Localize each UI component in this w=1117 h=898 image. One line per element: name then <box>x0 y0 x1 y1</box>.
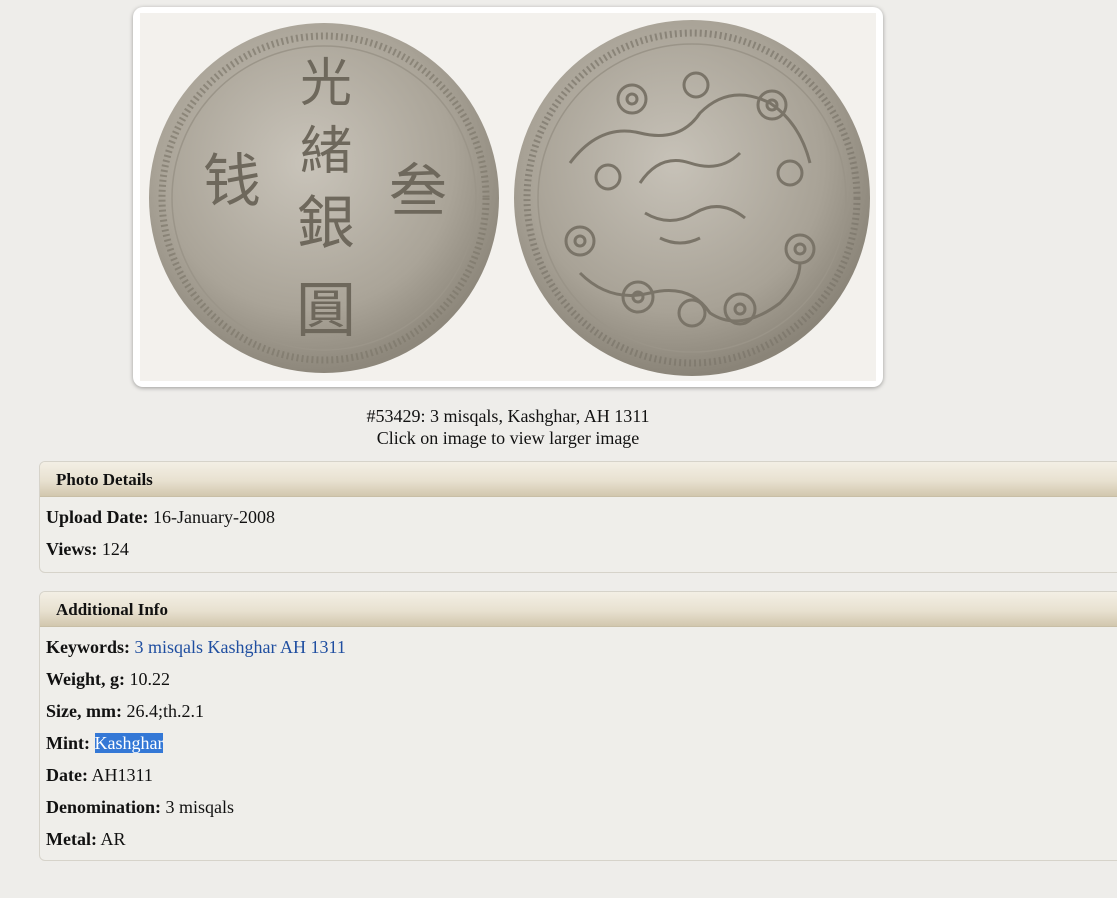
mint-value-selected[interactable]: Kashghar <box>94 733 164 753</box>
panel-title: Photo Details <box>40 462 1117 497</box>
obverse-glyph: 圓 <box>296 276 356 346</box>
field-label: Mint: <box>46 733 90 753</box>
size-row: Size, mm: 26.4;th.2.1 <box>46 695 1117 727</box>
keywords-row: Keywords: 3 misqals Kashghar AH 1311 <box>46 631 1117 663</box>
caption-title: #53429: 3 misqals, Kashghar, AH 1311 <box>366 406 650 426</box>
obverse-glyph: 緒 <box>300 122 352 182</box>
obverse-glyph: 光 <box>300 54 352 114</box>
caption-hint: Click on image to view larger image <box>376 428 640 448</box>
panel-title: Additional Info <box>40 592 1117 627</box>
field-label: Views: <box>46 539 98 559</box>
coin-reverse <box>514 20 870 376</box>
metal-row: Metal: AR <box>46 823 1117 855</box>
field-label: Metal: <box>46 829 97 849</box>
coin-obverse: 光 緒 銀 圓 钱 叁 <box>149 23 499 373</box>
obverse-glyph: 銀 <box>297 189 355 257</box>
upload-date-row: Upload Date: 16-January-2008 <box>46 501 1117 533</box>
upload-date-value: 16-January-2008 <box>153 507 275 527</box>
views-value: 124 <box>101 539 129 559</box>
additional-info-panel: Additional Info Keywords: 3 misqals Kash… <box>39 591 1117 861</box>
field-label: Upload Date: <box>46 507 149 527</box>
keywords-link[interactable]: 3 misqals Kashghar AH 1311 <box>135 637 346 657</box>
weight-row: Weight, g: 10.22 <box>46 663 1117 695</box>
obverse-glyph: 钱 <box>203 147 261 215</box>
denomination-row: Denomination: 3 misqals <box>46 791 1117 823</box>
field-label: Denomination: <box>46 797 162 817</box>
date-row: Date: AH1311 <box>46 759 1117 791</box>
denomination-value: 3 misqals <box>165 797 235 817</box>
views-row: Views: 124 <box>46 533 1117 565</box>
field-label: Keywords: <box>46 637 130 657</box>
metal-value: AR <box>100 829 126 849</box>
mint-row: Mint: Kashghar <box>46 727 1117 759</box>
obverse-glyph: 叁 <box>389 157 447 225</box>
field-label: Size, mm: <box>46 701 122 721</box>
photo-details-panel: Photo Details Upload Date: 16-January-20… <box>39 461 1117 573</box>
field-label: Weight, g: <box>46 669 125 689</box>
coin-photo: 光 緒 銀 圓 钱 叁 <box>140 13 876 381</box>
image-caption: #53429: 3 misqals, Kashghar, AH 1311 Cli… <box>133 405 883 449</box>
date-value: AH1311 <box>91 765 153 785</box>
field-label: Date: <box>46 765 88 785</box>
coin-image-link[interactable]: 光 緒 銀 圓 钱 叁 <box>133 7 883 387</box>
weight-value: 10.22 <box>129 669 171 689</box>
size-value: 26.4;th.2.1 <box>126 701 204 721</box>
